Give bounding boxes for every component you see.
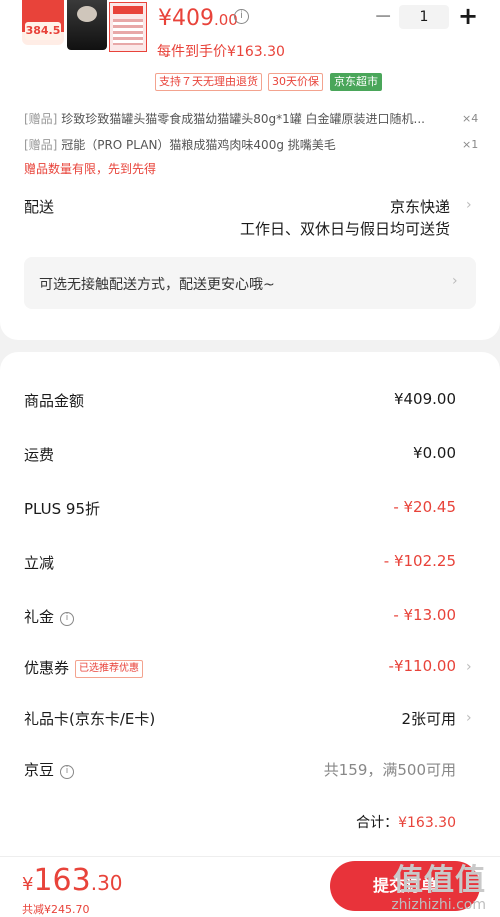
gift-money-label: 礼金	[24, 608, 55, 626]
currency-symbol: ¥	[22, 874, 34, 895]
chevron-right-icon[interactable]: ›	[466, 197, 472, 213]
summary-row-gift-money: 礼金 i - ¥13.00	[24, 606, 456, 630]
product-image[interactable]	[67, 0, 147, 62]
jd-beans-label: 京豆	[24, 761, 55, 779]
gift-tag: [赠品]	[24, 112, 58, 126]
increase-quantity-button[interactable]: +	[458, 2, 478, 30]
chevron-right-icon[interactable]: ›	[466, 659, 472, 675]
promo-thumbnail[interactable]: 384.5	[22, 0, 64, 45]
gift-name: 冠能（PRO PLAN）猫粮成猫鸡肉味400g 挑嘴美毛	[61, 138, 336, 152]
delivery-schedule: 工作日、双休日与假日均可送货	[239, 220, 450, 238]
summary-value: - ¥20.45	[393, 498, 456, 516]
summary-label: 优惠券 已选推荐优惠	[24, 657, 144, 678]
checkout-price-cents: .30	[90, 871, 123, 895]
summary-value: 共159，满500可用	[323, 761, 456, 779]
price-protection-tag: 30天价保	[268, 73, 323, 91]
delivery-label: 配送	[24, 198, 55, 216]
total-amount: ¥163.30	[398, 815, 456, 831]
summary-label: 礼金 i	[24, 606, 75, 627]
gift-item: [赠品] 冠能（PRO PLAN）猫粮成猫鸡肉味400g 挑嘴美毛	[24, 136, 336, 153]
summary-value: 2张可用	[401, 710, 456, 728]
product-box-image	[109, 2, 147, 52]
gift-quantity: ×1	[462, 138, 479, 151]
summary-label: 京豆 i	[24, 759, 75, 780]
promo-price-badge: 384.5	[25, 22, 61, 40]
chevron-right-icon: ›	[452, 273, 458, 289]
decrease-quantity-button[interactable]: −	[374, 4, 392, 29]
summary-value: ¥409.00	[393, 390, 456, 408]
summary-row-jd-beans: 京豆 i 共159，满500可用	[24, 759, 456, 783]
gift-item: [赠品] 珍致珍致猫罐头猫零食成猫幼猫罐头80g*1罐 白金罐原装进口随机...	[24, 110, 425, 127]
site-watermark: 值值值 zhizhizhi.com	[391, 863, 486, 914]
summary-label: 立减	[24, 554, 55, 572]
checkout-bar: ¥163.30 共减¥245.70 提交订单 值值值 zhizhizhi.com	[0, 856, 500, 917]
total-savings: 共减¥245.70	[22, 903, 90, 916]
gift-tag: [赠品]	[24, 138, 58, 152]
summary-label: 商品金额	[24, 392, 85, 410]
info-icon[interactable]: i	[234, 9, 249, 24]
jd-supermarket-tag: 京东超市	[330, 73, 382, 91]
return-policy-tag: 支持７天无理由退货	[155, 73, 262, 91]
contactless-delivery-option[interactable]: 可选无接触配送方式，配送更安心哦~ ›	[24, 257, 476, 309]
summary-row-shipping: 运费 ¥0.00	[24, 444, 456, 468]
summary-row-goods-amount: 商品金额 ¥409.00	[24, 390, 456, 414]
chevron-right-icon[interactable]: ›	[466, 710, 472, 726]
summary-label: PLUS 95折	[24, 500, 101, 518]
product-can-image	[67, 0, 107, 50]
gift-notice: 赠品数量有限，先到先得	[24, 162, 157, 176]
summary-label: 礼品卡(京东卡/E卡)	[24, 710, 156, 728]
quantity-input[interactable]: 1	[399, 5, 449, 29]
summary-row-gift-card[interactable]: 礼品卡(京东卡/E卡) 2张可用	[24, 708, 456, 732]
item-price: ¥409.00	[158, 6, 238, 31]
summary-row-instant-reduction: 立减 - ¥102.25	[24, 552, 456, 576]
summary-value: ¥0.00	[413, 444, 456, 462]
summary-row-coupon[interactable]: 优惠券 已选推荐优惠 -¥110.00	[24, 657, 456, 681]
summary-value: - ¥102.25	[383, 552, 456, 570]
coupon-label: 优惠券	[24, 659, 70, 677]
recommended-coupon-tag: 已选推荐优惠	[75, 660, 144, 678]
price-integer: ¥409	[158, 6, 214, 31]
summary-label: 运费	[24, 446, 55, 464]
checkout-price-integer: 163	[33, 863, 91, 898]
watermark-text: zhizhizhi.com	[391, 897, 486, 913]
watermark-logo: 值值值	[393, 863, 486, 898]
order-total: 合计：¥163.30	[356, 812, 456, 832]
total-label: 合计：	[356, 815, 399, 831]
summary-value: - ¥13.00	[393, 606, 456, 624]
summary-value: -¥110.00	[388, 657, 456, 675]
gift-name: 珍致珍致猫罐头猫零食成猫幼猫罐头80g*1罐 白金罐原装进口随机...	[61, 112, 425, 126]
info-icon[interactable]: i	[60, 612, 75, 626]
unit-price-label: 每件到手价¥163.30	[157, 44, 285, 60]
delivery-carrier[interactable]: 京东快递	[390, 196, 450, 217]
gift-quantity: ×4	[462, 112, 479, 125]
checkout-price: ¥163.30	[22, 863, 123, 898]
info-icon[interactable]: i	[60, 765, 75, 779]
summary-row-plus-discount: PLUS 95折 - ¥20.45	[24, 498, 456, 522]
contactless-text: 可选无接触配送方式，配送更安心哦~	[39, 277, 275, 293]
